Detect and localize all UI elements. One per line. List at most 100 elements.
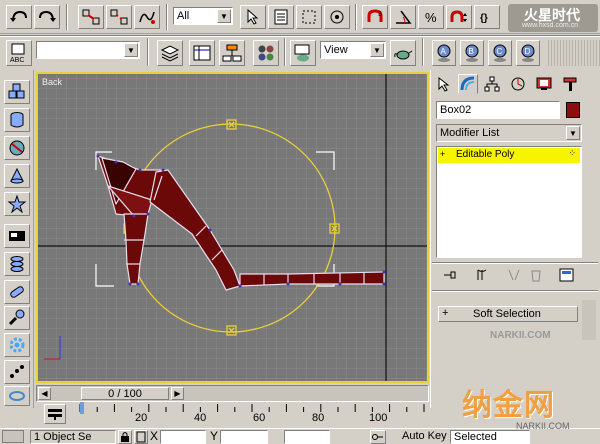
show-end-result-button[interactable] <box>474 267 490 283</box>
utilities-tab[interactable] <box>560 74 580 94</box>
gear-button[interactable] <box>4 333 30 357</box>
material-editor-button[interactable] <box>253 40 279 66</box>
snap-toggle-button[interactable]: 3 <box>362 5 388 29</box>
make-unique-button[interactable] <box>506 267 522 283</box>
stack-item-editable-poly[interactable]: + Editable Poly ⁘ <box>438 148 580 163</box>
pin-stack-button[interactable] <box>442 267 458 283</box>
tube-button[interactable] <box>4 252 30 276</box>
render-b-button[interactable]: B <box>460 40 484 66</box>
plane-button[interactable] <box>4 224 30 248</box>
create-tab[interactable] <box>434 74 454 94</box>
select-and-link-button[interactable] <box>78 5 104 29</box>
abc-named-selection-button[interactable]: ABC <box>6 40 32 66</box>
configure-sets-button[interactable] <box>558 267 576 283</box>
hose-icon <box>8 309 25 326</box>
render-scene-button[interactable] <box>290 40 316 66</box>
capsule-icon <box>10 286 24 298</box>
star-button[interactable] <box>4 192 30 216</box>
sphere-button[interactable] <box>4 136 30 160</box>
modify-tab[interactable] <box>458 74 478 94</box>
y-coordinate-field[interactable] <box>220 430 268 444</box>
object-color-swatch[interactable] <box>566 102 580 118</box>
track-view-button[interactable] <box>189 40 215 66</box>
render-a-button[interactable]: A <box>432 40 456 66</box>
stack-divider <box>432 262 598 264</box>
plane-icon <box>9 231 25 241</box>
time-slider-next-button[interactable]: ▶ <box>171 387 184 400</box>
selected-dropdown[interactable]: Selected <box>450 430 530 444</box>
percent-snap-button[interactable]: % <box>418 5 444 29</box>
tick-label-60: 60 <box>253 412 266 424</box>
quick-render-button[interactable] <box>390 40 416 66</box>
auto-key-label[interactable]: Auto Key <box>402 430 447 442</box>
modifier-list-dropdown[interactable]: Modifier List ▼ <box>436 124 582 142</box>
cone-button[interactable] <box>4 164 30 188</box>
undo-button[interactable] <box>6 5 32 29</box>
lock-selection-button[interactable] <box>118 430 132 444</box>
unlink-selection-button[interactable] <box>106 5 132 29</box>
toolbar-divider <box>355 4 357 30</box>
window-crossing-button[interactable] <box>324 5 350 29</box>
render-c-button[interactable]: C <box>488 40 512 66</box>
select-by-name-icon <box>274 9 288 25</box>
redo-icon <box>39 10 56 22</box>
unique-icon <box>508 269 520 281</box>
material-spheres-icon <box>258 45 274 61</box>
selection-filter-dropdown[interactable]: All ▼ <box>173 7 233 25</box>
time-slider-prev-button[interactable]: ◀ <box>38 387 51 400</box>
x-coordinate-field[interactable] <box>160 430 206 444</box>
particle-button[interactable] <box>4 360 30 384</box>
select-object-button[interactable] <box>240 5 266 29</box>
cylinder-icon <box>10 112 24 128</box>
render-type-dropdown[interactable]: View ▼ <box>320 41 386 59</box>
select-by-name-button[interactable] <box>268 5 294 29</box>
stack-expand-icon: + <box>440 149 446 159</box>
rectangular-selection-region-button[interactable] <box>296 5 322 29</box>
z-coordinate-field[interactable] <box>284 430 330 444</box>
toolbar-divider <box>284 38 286 66</box>
display-tab[interactable] <box>534 74 554 94</box>
edit-named-selections-button[interactable]: {} <box>474 5 500 29</box>
polygon-shapes-button[interactable] <box>4 108 30 132</box>
gear-icon <box>9 337 25 353</box>
rollout-expand-icon: + <box>442 307 449 319</box>
watermark-logo-top: 火星时代 www.hxsd.com.cn <box>508 4 598 32</box>
geometry-cubes-button[interactable] <box>4 80 30 104</box>
motion-tab[interactable] <box>508 74 528 94</box>
magnet-icon: 3 <box>367 9 383 22</box>
time-slider[interactable]: ◀ 0 / 100 ▶ <box>36 385 429 402</box>
viewport-back[interactable]: Back <box>38 74 427 381</box>
remove-modifier-button[interactable] <box>528 267 544 283</box>
max-script-listener-button[interactable] <box>2 430 24 443</box>
absolute-offset-toggle[interactable] <box>134 430 148 444</box>
chevron-down-icon: ▼ <box>124 43 138 57</box>
hose-button[interactable] <box>4 306 30 330</box>
shoe-sole <box>239 271 385 287</box>
schematic-view-button[interactable] <box>219 40 245 66</box>
hierarchy-tab[interactable] <box>482 74 502 94</box>
trash-icon <box>531 270 541 282</box>
soft-selection-rollout[interactable]: + Soft Selection <box>438 306 578 322</box>
chevron-down-icon: ▼ <box>566 126 580 140</box>
object-name-field[interactable]: Box02 <box>436 101 560 119</box>
spinner-snap-icon <box>450 10 467 22</box>
bind-to-space-warp-button[interactable] <box>134 5 160 29</box>
unlink-icon <box>110 9 128 25</box>
hammer-icon <box>563 77 577 91</box>
viewport-label[interactable]: Back <box>42 77 62 87</box>
layer-manager-button[interactable] <box>157 40 183 66</box>
track-view-icon <box>193 45 211 61</box>
track-bar-filter-button[interactable] <box>44 404 66 424</box>
capsule-button[interactable] <box>4 280 30 304</box>
named-selection-set-field[interactable]: ▼ <box>36 41 140 59</box>
grid-spacing-button[interactable] <box>370 430 386 444</box>
angle-snap-button[interactable] <box>390 5 416 29</box>
redo-button[interactable] <box>34 5 60 29</box>
spinner-snap-button[interactable] <box>446 5 472 29</box>
x-coordinate-label: X <box>150 429 159 443</box>
space-warp-left-button[interactable] <box>4 386 30 406</box>
viewport-canvas <box>38 74 427 381</box>
layers-icon <box>160 45 180 62</box>
render-d-button[interactable]: D <box>516 40 540 66</box>
time-slider-thumb[interactable]: 0 / 100 <box>81 387 169 400</box>
